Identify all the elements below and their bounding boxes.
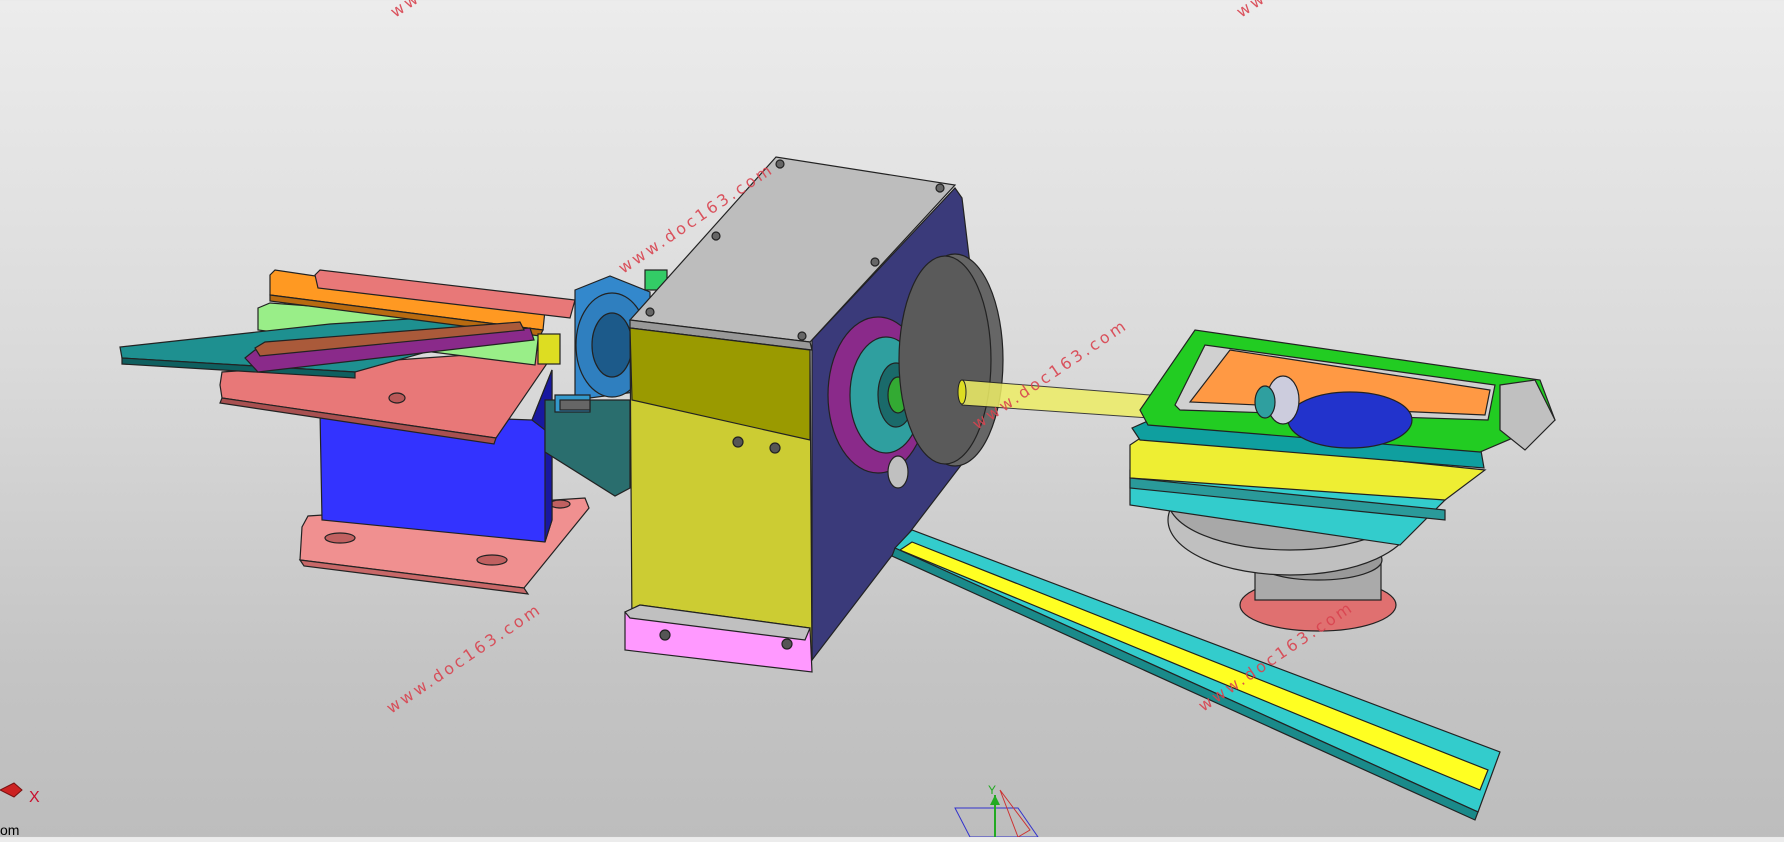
bottom-triad <box>954 789 1039 838</box>
cad-model[interactable] <box>0 0 1784 838</box>
corner-text: om <box>0 822 20 838</box>
bottom-triad-y-label: Y <box>988 783 997 797</box>
cad-viewport[interactable]: www.doc163.com www.doc163.com www.doc163… <box>0 0 1784 838</box>
corner-triad <box>0 782 23 798</box>
corner-triad-x-label: X <box>29 789 40 806</box>
right-rotary-fixture[interactable] <box>1129 329 1556 632</box>
left-feeder-assembly[interactable] <box>119 269 590 595</box>
discharge-chute[interactable] <box>891 529 1501 821</box>
